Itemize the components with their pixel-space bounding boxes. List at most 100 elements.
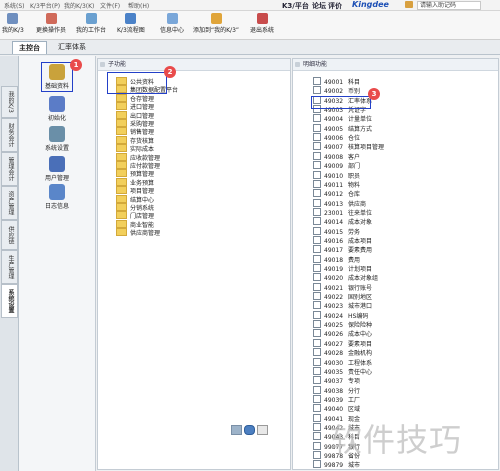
detail-list-item[interactable]: 49022 国别地区 <box>313 292 372 301</box>
toolbar-change-operator-button[interactable]: 更换操作员 <box>36 13 66 34</box>
folder-icon <box>116 127 127 136</box>
detail-list-item[interactable]: 49004 计量单位 <box>313 114 373 124</box>
folder-item[interactable]: 供应商管理 <box>116 228 160 237</box>
toolbar-workbench-button[interactable]: 我的工作台 <box>76 13 106 34</box>
log-icon <box>49 184 65 200</box>
refresh-icon[interactable] <box>244 425 255 435</box>
folder-item[interactable]: 商业智能 <box>116 219 154 229</box>
detail-list-item[interactable]: 99879 城市 <box>313 460 360 469</box>
folder-item[interactable]: 结算中心 <box>116 194 154 204</box>
item-label: 成本对象 <box>348 219 373 227</box>
document-icon <box>313 460 321 469</box>
view-switch-buttons <box>231 425 271 435</box>
module-initialization[interactable]: 初始化 <box>25 96 89 122</box>
item-label: 金融机构 <box>348 350 373 358</box>
detail-list-item[interactable]: 49037 专项 <box>313 376 360 385</box>
detail-list-item[interactable]: 49002 币别 <box>313 86 360 95</box>
side-tab-my-k3[interactable]: 我的K/3 <box>1 86 18 118</box>
list-view-icon[interactable] <box>231 425 242 435</box>
detail-list-item[interactable]: 49023 城市港口 <box>313 301 372 310</box>
toolbar-info-center-button[interactable]: 信息中心 <box>160 13 184 34</box>
toolbar-my-k3-button[interactable]: 我的K/3 <box>2 13 24 34</box>
side-tab-system-settings[interactable]: 系统设置 <box>1 284 18 318</box>
folder-item[interactable]: 存货核算 <box>116 135 154 145</box>
detail-list-item[interactable]: 49038 分行 <box>313 385 360 395</box>
detail-list-item[interactable]: 49009 部门 <box>313 161 360 170</box>
folder-item[interactable]: 出口管理 <box>116 110 154 120</box>
topright-forum-link[interactable]: 论坛 <box>312 1 326 11</box>
folder-item[interactable]: 应付款管理 <box>116 161 160 170</box>
side-tab-supply-chain[interactable]: 供应链 <box>1 220 18 250</box>
folder-item[interactable]: 进口管理 <box>116 102 154 111</box>
document-icon <box>313 394 321 403</box>
folder-item[interactable]: 门店管理 <box>116 211 154 220</box>
module-system-settings[interactable]: 系统设置 <box>25 126 89 152</box>
menu-help[interactable]: 帮助(H) <box>128 1 149 10</box>
detail-list-item[interactable]: 49027 要素项目 <box>313 338 372 348</box>
detail-list-item[interactable]: 49007 核算项目管理 <box>313 142 384 151</box>
folder-item[interactable]: 预算管理 <box>116 169 154 178</box>
detail-list-item[interactable]: 49006 仓位 <box>313 133 360 142</box>
toolbar-exit-button[interactable]: 退出系统 <box>250 13 274 34</box>
detail-list-item[interactable]: 23001 往来单位 <box>313 207 372 217</box>
folder-item[interactable]: 分销系统 <box>116 203 154 212</box>
detail-list-item[interactable]: 49010 职员 <box>313 170 360 180</box>
detail-list-item[interactable]: 49020 成本对象组 <box>313 273 378 282</box>
toolbar-add-to-my-k3-button[interactable]: 添加到“我的K/3” <box>193 13 239 34</box>
detail-list-item[interactable]: 49030 工程体系 <box>313 357 372 367</box>
detail-list-item[interactable]: 49017 要素费用 <box>313 245 372 254</box>
menu-system[interactable]: 系统(S) <box>4 1 25 10</box>
tab-main-console[interactable]: 主控台 <box>12 41 47 54</box>
flowchart-icon <box>125 13 137 24</box>
detail-list-item[interactable]: 49028 金融机构 <box>313 348 373 358</box>
step-badge-2: 2 <box>164 66 176 78</box>
document-icon <box>313 170 321 179</box>
detail-list-item[interactable]: 49018 费用 <box>313 254 360 264</box>
detail-list-item[interactable]: 49025 保险险种 <box>313 320 372 329</box>
detail-list-item[interactable]: 49016 成本项目 <box>313 235 372 245</box>
folder-item[interactable]: 实际成本 <box>116 144 154 153</box>
detail-list-item[interactable]: 49026 成本中心 <box>313 329 372 338</box>
detail-list-item[interactable]: 49011 物料 <box>313 179 360 189</box>
mnemonic-search-input[interactable]: 请输入助记码 <box>417 1 481 10</box>
folder-item[interactable]: 仓存管理 <box>116 93 154 103</box>
side-tab-production-management[interactable]: 生产管理 <box>1 250 18 284</box>
detail-list-item[interactable]: 49039 工厂 <box>313 394 360 404</box>
module-log-info[interactable]: 日志信息 <box>25 184 89 210</box>
folder-item[interactable]: 业务预算 <box>116 177 154 187</box>
document-icon <box>313 245 321 254</box>
detail-list-item[interactable]: 49001 科目 <box>313 77 360 86</box>
detail-list-item[interactable]: 49021 银行账号 <box>313 282 372 292</box>
detail-list-item[interactable]: 49014 成本对象 <box>313 217 373 227</box>
detail-list-item[interactable]: 49005 结算方式 <box>313 123 372 133</box>
detail-list-item[interactable]: 49012 仓库 <box>313 189 360 198</box>
menu-platform[interactable]: K/3平台(P) <box>30 1 60 10</box>
topright-platform-link[interactable]: K3/平台 <box>282 1 309 11</box>
detail-function-header: 明细功能 <box>293 59 498 71</box>
chevron-down-icon[interactable] <box>257 425 268 435</box>
module-user-management[interactable]: 用户管理 <box>25 156 89 182</box>
document-icon <box>313 133 321 142</box>
detail-list-item[interactable]: 49008 客户 <box>313 151 360 161</box>
toolbar-flowchart-button[interactable]: K/3流程图 <box>117 13 145 34</box>
detail-list-item[interactable]: 49024 HS编码 <box>313 310 368 320</box>
detail-list-item[interactable]: 49040 区域 <box>313 404 360 413</box>
folder-item[interactable]: 采购管理 <box>116 119 154 128</box>
detail-list-item[interactable]: 49015 劳务 <box>313 226 360 236</box>
side-tab-financial-accounting[interactable]: 财务会计 <box>1 118 18 152</box>
folder-item[interactable]: 销售管理 <box>116 127 154 136</box>
side-tab-bar: 我的K/3 财务会计 管理会计 资产管理 供应链 生产管理 系统设置 <box>0 56 19 471</box>
side-tab-management-accounting[interactable]: 管理会计 <box>1 152 18 186</box>
menu-my-k3[interactable]: 我的K/3(K) <box>64 1 94 10</box>
detail-list-item[interactable]: 49019 计划项目 <box>313 264 372 273</box>
folder-item[interactable]: 应收款管理 <box>116 152 160 162</box>
folder-item[interactable]: 项目管理 <box>116 186 154 195</box>
side-tab-asset-management[interactable]: 资产管理 <box>1 186 18 220</box>
detail-list-item[interactable]: 49013 供应商 <box>313 198 366 208</box>
item-label: 计量单位 <box>348 116 373 124</box>
topright-evaluate-link[interactable]: 评价 <box>328 1 342 11</box>
tab-exchange-rate-system[interactable]: 汇率体系 <box>52 41 92 53</box>
detail-list-item[interactable]: 49035 责任中心 <box>313 366 372 376</box>
menu-file[interactable]: 文件(F) <box>100 1 120 10</box>
help-icon[interactable] <box>405 1 413 8</box>
